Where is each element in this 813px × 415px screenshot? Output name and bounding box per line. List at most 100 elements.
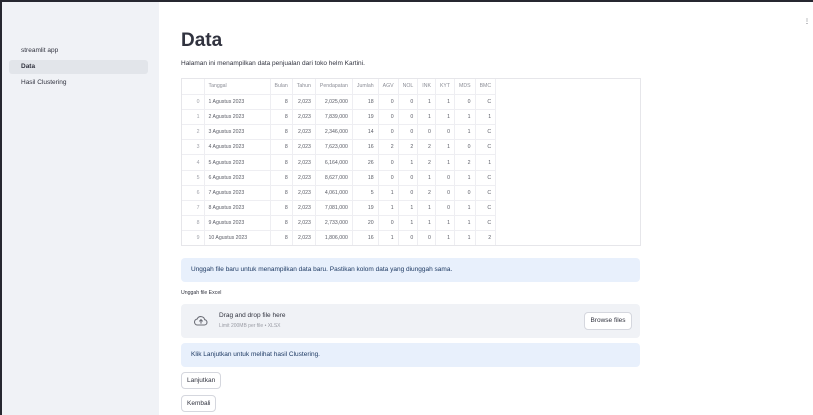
sidebar-nav: streamlit app Data Hasil Clustering bbox=[9, 44, 148, 92]
table-header-cell[interactable]: NOL bbox=[398, 79, 419, 95]
table-cell: 1 bbox=[454, 215, 476, 232]
table-cell: 1 bbox=[435, 230, 456, 245]
table-cell: 7,623,000 bbox=[315, 139, 353, 156]
table-row[interactable]: 34 Agustus 2023 8 2,023 7,623,000 16 2 2 2 1 0 C bbox=[182, 139, 497, 156]
table-cell: 2,023 bbox=[292, 109, 316, 126]
dropzone-limit: Limit 200MB per file • XLSX bbox=[219, 323, 281, 329]
table-header-cell[interactable] bbox=[182, 79, 205, 95]
table-cell: 0 bbox=[454, 139, 476, 156]
table-header-cell[interactable]: Jumlah bbox=[352, 79, 379, 95]
table-cell: 10 Agustus 2023 bbox=[204, 230, 271, 245]
table-cell: 1 bbox=[378, 185, 399, 202]
table-cell: 1 bbox=[398, 200, 419, 217]
table-cell: 2 Agustus 2023 bbox=[204, 109, 271, 126]
table-cell: 18 bbox=[352, 170, 379, 186]
menu-icon[interactable]: ⋮ bbox=[804, 18, 810, 25]
table-cell: 1 bbox=[454, 170, 476, 186]
table-row[interactable]: 45 Agustus 2023 8 2,023 6,164,000 26 0 1 2 1 2 1 bbox=[182, 154, 497, 171]
table-header-cell[interactable]: Bulan bbox=[270, 79, 293, 95]
sidebar-item-streamlit-app[interactable]: streamlit app bbox=[9, 44, 148, 58]
table-cell: 7,839,000 bbox=[315, 109, 353, 126]
table-cell: 0 bbox=[378, 215, 399, 232]
table-cell: 0 bbox=[435, 170, 456, 186]
file-dropzone[interactable]: Drag and drop file here Limit 200MB per … bbox=[181, 304, 640, 338]
table-cell: 0 bbox=[417, 230, 436, 245]
table-cell: 0 bbox=[378, 94, 399, 110]
table-cell: 2,023 bbox=[292, 94, 316, 110]
table-header-cell[interactable]: AGV bbox=[378, 79, 399, 95]
table-cell: C bbox=[475, 94, 497, 110]
table-cell: 1 bbox=[417, 200, 436, 217]
table-header-cell[interactable]: MDS bbox=[454, 79, 476, 95]
table-cell: 4 Agustus 2023 bbox=[204, 139, 271, 156]
table-cell: 8 bbox=[270, 154, 293, 171]
table-cell: 1 bbox=[454, 109, 476, 126]
table-cell: 0 bbox=[417, 124, 436, 141]
data-table-grid: Tanggal Bulan Tahun Pendapatan Jumlah AGV NOL I… bbox=[182, 79, 497, 245]
table-row[interactable]: 56 Agustus 2023 8 2,023 8,627,000 18 0 0 1 0 1 C bbox=[182, 170, 497, 186]
back-button[interactable]: Kembali bbox=[181, 395, 217, 412]
table-cell: 2 bbox=[475, 230, 497, 245]
table-cell: 8 bbox=[270, 94, 293, 110]
table-cell: 2,023 bbox=[292, 185, 316, 202]
table-row[interactable]: 23 Agustus 2023 8 2,023 2,346,000 14 0 0 0 0 1 C bbox=[182, 124, 497, 141]
table-cell: 16 bbox=[352, 230, 379, 245]
sidebar-item-hasil-clustering[interactable]: Hasil Clustering bbox=[9, 76, 148, 90]
table-cell: 26 bbox=[352, 154, 379, 171]
table-cell: 6 Agustus 2023 bbox=[204, 170, 271, 186]
table-header-cell[interactable]: INK bbox=[417, 79, 436, 95]
table-cell: 0 bbox=[398, 124, 419, 141]
table-cell: 8 Agustus 2023 bbox=[204, 200, 271, 217]
table-cell: 1 bbox=[435, 154, 456, 171]
table-cell: 8,627,000 bbox=[315, 170, 353, 186]
table-cell: 3 Agustus 2023 bbox=[204, 124, 271, 141]
table-header-cell[interactable]: Pendapatan bbox=[315, 79, 353, 95]
table-cell: 8 bbox=[270, 124, 293, 141]
row-index: 5 bbox=[182, 170, 205, 186]
data-table[interactable]: Tanggal Bulan Tahun Pendapatan Jumlah AGV NOL I… bbox=[181, 78, 641, 246]
row-index: 0 bbox=[182, 94, 205, 110]
next-button[interactable]: Lanjutkan bbox=[181, 372, 222, 389]
table-cell: 1 Agustus 2023 bbox=[204, 94, 271, 110]
table-cell: C bbox=[475, 215, 497, 232]
browse-files-button[interactable]: Browse files bbox=[584, 312, 632, 330]
sidebar-item-data[interactable]: Data bbox=[9, 60, 148, 74]
table-cell: 1,806,000 bbox=[315, 230, 353, 245]
table-cell: 2 bbox=[417, 139, 436, 156]
table-cell: 2,733,000 bbox=[315, 215, 353, 232]
table-row[interactable]: 12 Agustus 2023 8 2,023 7,839,000 19 0 0 1 1 1 1 bbox=[182, 109, 497, 126]
table-header-cell[interactable]: KYT bbox=[435, 79, 456, 95]
table-header-cell[interactable]: Tahun bbox=[292, 79, 316, 95]
table-cell: 1 bbox=[417, 215, 436, 232]
table-row[interactable]: 9 10 Agustus 2023 8 2,023 1,806,000 16 1 0 0 1 1 2 bbox=[182, 230, 497, 245]
table-cell: 2,023 bbox=[292, 154, 316, 171]
table-header-cell[interactable]: Tanggal bbox=[204, 79, 271, 95]
table-cell: 1 bbox=[435, 109, 456, 126]
table-row[interactable]: 78 Agustus 2023 8 2,023 7,081,000 19 1 1 1 0 1 C bbox=[182, 200, 497, 217]
table-row[interactable]: 67 Agustus 2023 8 2,023 4,061,000 5 1 0 2 0 0 C bbox=[182, 185, 497, 202]
table-cell: 2,023 bbox=[292, 215, 316, 232]
table-cell: 0 bbox=[378, 109, 399, 126]
table-cell: 2,023 bbox=[292, 170, 316, 186]
table-cell: 0 bbox=[378, 170, 399, 186]
uploader-label: Unggah file Excel bbox=[181, 290, 222, 296]
table-cell: 8 bbox=[270, 109, 293, 126]
table-row[interactable]: 89 Agustus 2023 8 2,023 2,733,000 20 0 1 1 1 1 C bbox=[182, 215, 497, 232]
table-cell: 8 bbox=[270, 230, 293, 245]
table-cell: 0 bbox=[435, 124, 456, 141]
table-cell: 1 bbox=[454, 124, 476, 141]
upload-info-alert: Unggah file baru untuk menampilkan data … bbox=[181, 258, 640, 282]
table-cell: 20 bbox=[352, 215, 379, 232]
table-cell: 5 bbox=[352, 185, 379, 202]
table-cell: 0 bbox=[378, 154, 399, 171]
table-cell: C bbox=[475, 170, 497, 186]
table-cell: 1 bbox=[435, 139, 456, 156]
row-index: 7 bbox=[182, 200, 205, 217]
table-row[interactable]: 01 Agustus 2023 8 2,023 2,025,000 18 0 0 1 1 0 C bbox=[182, 94, 497, 110]
sidebar: streamlit app Data Hasil Clustering bbox=[2, 2, 159, 415]
table-cell: 2,023 bbox=[292, 139, 316, 156]
row-index: 6 bbox=[182, 185, 205, 202]
table-cell: 6,164,000 bbox=[315, 154, 353, 171]
table-cell: 1 bbox=[417, 94, 436, 110]
table-header-cell[interactable]: BMC bbox=[475, 79, 497, 95]
